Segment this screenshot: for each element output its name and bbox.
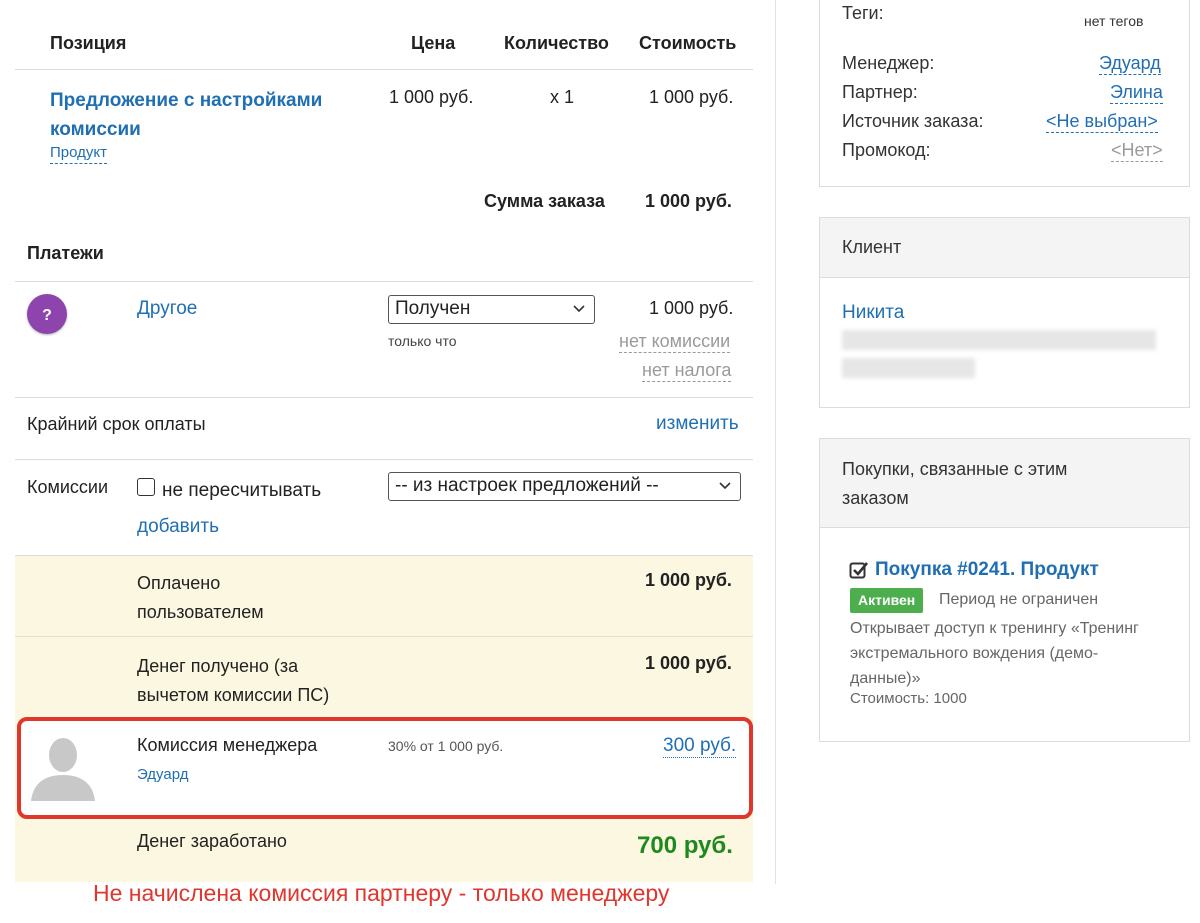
order-item-type-link[interactable]: Продукт bbox=[50, 143, 107, 164]
purchases-heading-line1: Покупки, связанные с этим bbox=[842, 459, 1068, 479]
purchase-cost: Стоимость: 1000 bbox=[850, 690, 967, 707]
client-panel-heading: Клиент bbox=[820, 218, 1189, 278]
purchase-status-badge: Активен bbox=[850, 588, 924, 613]
chevron-down-icon bbox=[573, 305, 585, 313]
paid-label-line2: пользователем bbox=[137, 602, 264, 622]
purchase-description: Открывает доступ к тренингу «Тренинг экс… bbox=[850, 616, 1139, 691]
received-label: Денег получено (за вычетом комиссии ПС) bbox=[137, 652, 329, 710]
tags-value: нет тегов bbox=[1084, 13, 1144, 29]
source-label: Источник заказа: bbox=[842, 111, 984, 131]
manager-select-link[interactable]: Эдуард bbox=[1099, 53, 1161, 75]
earned-label: Денег заработано bbox=[137, 831, 287, 851]
received-value: 1 000 руб. bbox=[645, 653, 732, 673]
order-item-title[interactable]: Предложение с настройками комиссии bbox=[50, 86, 322, 144]
client-contact-blurred bbox=[842, 330, 1156, 350]
deadline-label: Крайний срок оплаты bbox=[27, 414, 206, 434]
payment-commission-link[interactable]: нет комиссии bbox=[619, 331, 731, 353]
purchase-description-line3: данные)» bbox=[850, 670, 921, 687]
order-total-label: Сумма заказа bbox=[484, 191, 605, 211]
manager-label: Менеджер: bbox=[842, 53, 935, 73]
paid-label-line1: Оплачено bbox=[137, 573, 221, 593]
commissions-source-value: -- из настроек предложений -- bbox=[395, 475, 659, 496]
column-divider bbox=[775, 0, 776, 884]
purchase-period: Период не ограничен bbox=[939, 591, 1099, 608]
order-item-title-line1: Предложение с настройками bbox=[50, 90, 323, 111]
payment-amount: 1 000 руб. bbox=[649, 298, 734, 318]
divider bbox=[15, 69, 753, 70]
order-item-title-line2: комиссии bbox=[50, 119, 141, 140]
received-label-line2: вычетом комиссии ПС) bbox=[137, 685, 330, 705]
payments-heading: Платежи bbox=[27, 243, 104, 263]
annotation-text: Не начислена комиссия партнеру - только … bbox=[93, 880, 670, 906]
order-item-quantity: x 1 bbox=[550, 87, 575, 107]
partner-label: Партнер: bbox=[842, 82, 918, 102]
order-total-value: 1 000 руб. bbox=[645, 191, 732, 211]
highlight-frame-commission bbox=[17, 717, 753, 819]
order-item-price: 1 000 руб. bbox=[389, 87, 474, 107]
divider bbox=[15, 555, 753, 556]
source-select-link[interactable]: <Не выбран> bbox=[1046, 111, 1158, 133]
client-contact-blurred bbox=[842, 358, 975, 378]
payment-tax-link[interactable]: нет налога bbox=[642, 360, 732, 382]
header-quantity: Количество bbox=[504, 33, 609, 53]
paid-label: Оплачено пользователем bbox=[137, 569, 264, 627]
earned-value: 700 руб. bbox=[637, 832, 733, 859]
checkbox-checked-icon bbox=[849, 560, 869, 580]
no-recalc-checkbox[interactable] bbox=[137, 478, 155, 496]
received-label-line1: Денег получено (за bbox=[137, 656, 299, 676]
paid-value: 1 000 руб. bbox=[645, 570, 732, 590]
purchases-panel-heading: Покупки, связанные с этим заказом bbox=[820, 439, 1189, 528]
order-item-cost: 1 000 руб. bbox=[649, 87, 734, 107]
promo-select-link[interactable]: <Нет> bbox=[1111, 140, 1163, 162]
purchase-description-line2: экстремального вождения (демо- bbox=[850, 645, 1099, 662]
chevron-down-icon bbox=[719, 482, 731, 490]
payment-status-value: Получен bbox=[395, 298, 471, 319]
divider bbox=[15, 636, 753, 637]
header-price: Цена bbox=[411, 33, 456, 53]
commissions-label: Комиссии bbox=[27, 477, 109, 497]
client-name-link[interactable]: Никита bbox=[842, 302, 904, 324]
payment-status-select[interactable]: Получен bbox=[388, 295, 595, 324]
header-cost: Стоимость bbox=[639, 33, 737, 53]
commissions-source-select[interactable]: -- из настроек предложений -- bbox=[388, 472, 741, 501]
tags-label: Теги: bbox=[842, 3, 884, 23]
question-icon: ? bbox=[27, 294, 67, 334]
deadline-change-link[interactable]: изменить bbox=[656, 413, 739, 435]
svg-text:?: ? bbox=[42, 307, 52, 324]
header-position: Позиция bbox=[50, 33, 127, 53]
payment-status-time: только что bbox=[388, 333, 457, 349]
divider bbox=[15, 281, 753, 282]
divider bbox=[15, 459, 753, 460]
purchases-heading-line2: заказом bbox=[842, 488, 909, 508]
divider bbox=[15, 397, 753, 398]
add-commission-link[interactable]: добавить bbox=[137, 516, 219, 538]
payment-method-link[interactable]: Другое bbox=[137, 298, 197, 320]
partner-select-link[interactable]: Элина bbox=[1110, 82, 1163, 104]
purchase-description-line1: Открывает доступ к тренингу «Тренинг bbox=[850, 620, 1139, 637]
no-recalc-label: не пересчитывать bbox=[162, 480, 322, 501]
promo-label: Промокод: bbox=[842, 140, 931, 160]
purchase-title-link[interactable]: Покупка #0241. Продукт bbox=[875, 559, 1099, 581]
